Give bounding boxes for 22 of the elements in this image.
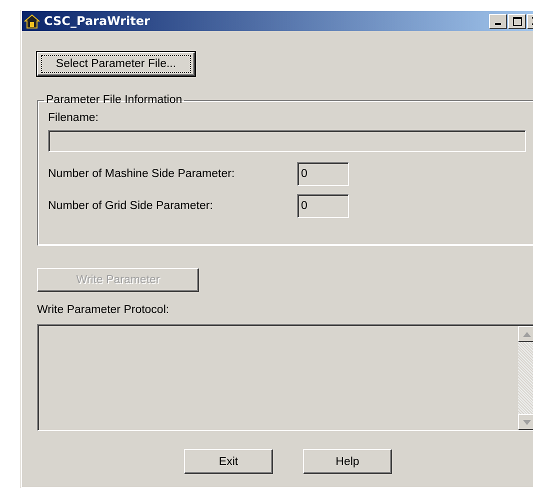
dialog-button[interactable]: Help xyxy=(303,449,392,474)
count-field[interactable]: 0 xyxy=(297,162,349,186)
scroll-down-button[interactable] xyxy=(518,414,533,430)
up-arrow-icon xyxy=(523,332,531,336)
scrollbar[interactable] xyxy=(518,326,533,430)
down-arrow-icon xyxy=(523,420,531,424)
select-file-button[interactable]: Select Parameter File... xyxy=(37,52,195,76)
maximize-icon xyxy=(512,16,522,26)
field-label: Filename: xyxy=(48,112,98,124)
minimize-button[interactable] xyxy=(489,14,507,28)
field-label: Number of Grid Side Parameter: xyxy=(48,200,214,212)
window-title: CSC_ParaWriter xyxy=(44,14,151,28)
maximize-button[interactable] xyxy=(508,14,526,28)
count-field[interactable]: 0 xyxy=(297,194,349,218)
filename-field[interactable] xyxy=(48,130,526,152)
dialog-button[interactable]: Exit xyxy=(184,449,273,474)
protocol-label: Write Parameter Protocol: xyxy=(37,304,170,316)
minimize-icon xyxy=(495,23,501,25)
group-title: Parameter File Information xyxy=(45,94,184,106)
scroll-up-button[interactable] xyxy=(518,326,533,342)
house-icon xyxy=(24,13,40,29)
field-label: Number of Mashine Side Parameter: xyxy=(48,168,236,180)
